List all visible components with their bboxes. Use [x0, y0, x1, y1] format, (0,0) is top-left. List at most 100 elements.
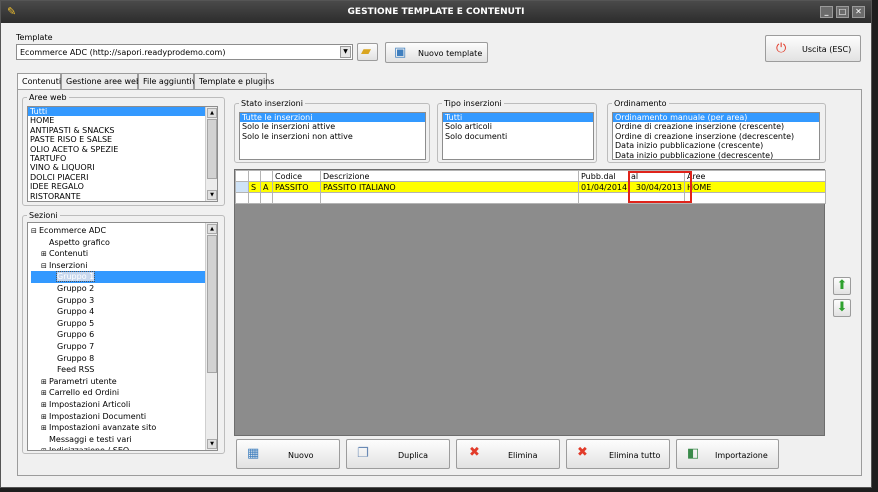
close-button[interactable]: ✕: [852, 6, 865, 18]
tree-node[interactable]: Gruppo 2: [31, 283, 217, 295]
folder-icon: ▰: [361, 44, 371, 59]
ordinamento-item[interactable]: Data inizio pubblicazione (crescente): [613, 141, 819, 150]
stato-item[interactable]: Solo le inserzioni non attive: [240, 132, 425, 141]
tree-node[interactable]: Gruppo 1: [31, 271, 217, 283]
chevron-down-icon[interactable]: ▼: [340, 46, 351, 58]
tree-node-label: Indicizzazione / SEO: [49, 446, 130, 451]
grid-column-header[interactable]: [260, 170, 273, 182]
tree-node[interactable]: Gruppo 8: [31, 353, 217, 365]
duplica-button[interactable]: ❐ Duplica: [346, 439, 450, 469]
nuovo-label: Nuovo: [288, 451, 314, 460]
tab-gestione-aree-web[interactable]: Gestione aree web: [61, 73, 141, 89]
tree-node[interactable]: ⊟ Ecommerce ADC: [31, 225, 217, 237]
sezioni-legend: Sezioni: [29, 211, 58, 220]
scroll-down-icon[interactable]: ▼: [207, 439, 217, 449]
tree-node[interactable]: Gruppo 3: [31, 295, 217, 307]
tab-contenuti[interactable]: Contenuti: [17, 73, 61, 90]
tree-node[interactable]: ⊞ Parametri utente: [31, 376, 217, 388]
expand-toggle-icon[interactable]: ⊞: [41, 446, 49, 450]
stato-list[interactable]: Tutte le inserzioni Solo le inserzioni at…: [239, 112, 426, 160]
scroll-down-icon[interactable]: ▼: [207, 190, 217, 200]
ordinamento-item[interactable]: Ordine di creazione inserzione (decresce…: [613, 132, 819, 141]
aree-web-scrollbar[interactable]: ▲ ▼: [205, 107, 217, 201]
ordinamento-list[interactable]: Ordinamento manuale (per area) Ordine di …: [612, 112, 820, 160]
ordinamento-legend: Ordinamento: [614, 99, 667, 108]
elimina-button[interactable]: ✖ Elimina: [456, 439, 560, 469]
tree-node[interactable]: Gruppo 4: [31, 306, 217, 318]
inserzioni-grid[interactable]: Codice Descrizione Pubb.dal al Aree S A PASSIT…: [234, 169, 826, 436]
elimina-tutto-button[interactable]: ✖ Elimina tutto: [566, 439, 670, 469]
main-window: ✎ GESTIONE TEMPLATE E CONTENUTI _ □ ✕ Te…: [0, 0, 872, 488]
aree-web-item[interactable]: IDEE REGALO: [28, 182, 217, 191]
maximize-button[interactable]: □: [836, 6, 849, 18]
tipo-item[interactable]: Tutti: [443, 113, 593, 123]
tree-node[interactable]: ⊞ Impostazioni Articoli: [31, 399, 217, 411]
tree-node[interactable]: ⊞ Contenuti: [31, 248, 217, 260]
aree-web-item[interactable]: RISTORANTE: [28, 192, 217, 201]
move-up-button[interactable]: ⬆: [833, 277, 851, 295]
aree-web-list[interactable]: Tutti HOME ANTIPASTI & SNACKS PASTE RISO E …: [27, 106, 218, 202]
grid-column-header[interactable]: Codice: [272, 170, 321, 182]
duplica-label: Duplica: [398, 451, 429, 460]
grid-column-header[interactable]: Aree: [684, 170, 826, 182]
new-record-row[interactable]: [235, 192, 826, 204]
tree-node[interactable]: Gruppo 5: [31, 318, 217, 330]
tree-node[interactable]: Gruppo 6: [31, 329, 217, 341]
aree-web-item[interactable]: PASTE RISO E SALSE: [28, 135, 217, 144]
sezioni-scrollbar[interactable]: ▲ ▼: [205, 223, 217, 450]
tab-file-aggiuntivi[interactable]: File aggiuntivi: [138, 73, 199, 89]
new-template-button[interactable]: ▣ Nuovo template: [385, 42, 488, 63]
aree-web-item[interactable]: DOLCI PIACERI: [28, 173, 217, 182]
table-row[interactable]: S A PASSITO PASSITO ITALIANO 01/04/2014 30/04…: [235, 181, 826, 193]
scroll-thumb[interactable]: [207, 119, 217, 179]
tree-node-label: Gruppo 6: [57, 330, 95, 340]
tipo-list[interactable]: Tutti Solo articoli Solo documenti: [442, 112, 594, 160]
tree-node-label: Gruppo 2: [57, 283, 95, 293]
ordinamento-item[interactable]: Ordinamento manuale (per area): [613, 113, 819, 123]
exit-button[interactable]: ⏻ Uscita (ESC): [765, 35, 861, 62]
grid-column-header[interactable]: Pubb.dal: [578, 170, 629, 182]
tipo-item[interactable]: Solo articoli: [443, 122, 593, 131]
tree-node[interactable]: Aspetto grafico: [31, 237, 217, 249]
scroll-up-icon[interactable]: ▲: [207, 108, 217, 118]
tree-node[interactable]: ⊞ Impostazioni Documenti: [31, 411, 217, 423]
table-cell: 01/04/2014: [578, 181, 629, 193]
ordinamento-item[interactable]: Data inizio pubblicazione (decrescente): [613, 151, 819, 159]
grid-column-header[interactable]: [235, 170, 249, 182]
tree-node[interactable]: Messaggi e testi vari: [31, 434, 217, 446]
open-folder-button[interactable]: ▰: [357, 43, 378, 61]
aree-web-item[interactable]: VINO & LIQUORI: [28, 163, 217, 172]
tree-node[interactable]: ⊞Indicizzazione / SEO: [31, 445, 217, 451]
table-cell: [248, 192, 261, 204]
tree-node[interactable]: ⊞ Carrello ed Ordini: [31, 387, 217, 399]
aree-web-item[interactable]: OLIO ACETO & SPEZIE: [28, 145, 217, 154]
table-cell: [578, 192, 629, 204]
stato-item[interactable]: Tutte le inserzioni: [240, 113, 425, 123]
tree-node[interactable]: Gruppo 7: [31, 341, 217, 353]
title-bar: ✎ GESTIONE TEMPLATE E CONTENUTI _ □ ✕: [1, 1, 871, 23]
tree-node[interactable]: Feed RSS: [31, 364, 217, 376]
tree-node[interactable]: ⊟ Inserzioni: [31, 260, 217, 272]
scroll-up-icon[interactable]: ▲: [207, 224, 217, 234]
aree-web-item[interactable]: TARTUFO: [28, 154, 217, 163]
importazione-button[interactable]: ◧ Importazione: [676, 439, 779, 469]
ordinamento-item[interactable]: Ordine di creazione inserzione (crescent…: [613, 122, 819, 131]
move-down-button[interactable]: ⬇: [833, 299, 851, 317]
aree-web-item[interactable]: HOME: [28, 116, 217, 125]
nuovo-button[interactable]: ▦ Nuovo: [236, 439, 340, 469]
stato-item[interactable]: Solo le inserzioni attive: [240, 122, 425, 131]
tree-node-label: Gruppo 7: [57, 341, 95, 351]
tipo-item[interactable]: Solo documenti: [443, 132, 593, 141]
tab-template-plugins[interactable]: Template e plugins: [194, 73, 274, 89]
grid-column-header[interactable]: Descrizione: [320, 170, 579, 182]
sezioni-tree[interactable]: ⊟ Ecommerce ADC Aspetto grafico ⊞ Contenuti ⊟…: [27, 222, 218, 451]
tree-node[interactable]: ⊞ Impostazioni avanzate sito: [31, 422, 217, 434]
scroll-thumb[interactable]: [207, 235, 217, 373]
grid-column-header[interactable]: [248, 170, 261, 182]
minimize-button[interactable]: _: [820, 6, 833, 18]
aree-web-legend: Aree web: [29, 93, 67, 102]
new-template-label: Nuovo template: [418, 49, 483, 58]
aree-web-item[interactable]: ANTIPASTI & SNACKS: [28, 126, 217, 135]
template-select[interactable]: Ecommerce ADC (http://sapori.readyprodem…: [16, 44, 353, 60]
aree-web-item[interactable]: Tutti: [28, 107, 217, 117]
